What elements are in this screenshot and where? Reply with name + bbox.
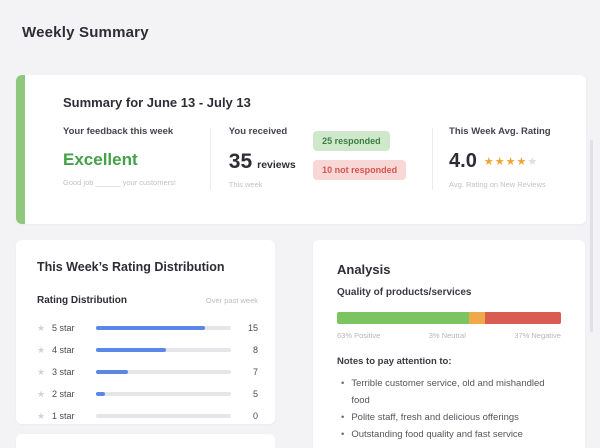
star-icon: ★ (37, 345, 52, 356)
rating-stars: ★★★★★ (484, 155, 538, 168)
rating-bar-track (96, 392, 231, 396)
received-label: You received (229, 126, 303, 137)
distribution-period: Over past week (206, 296, 258, 305)
avg-rating-label: This Week Avg. Rating (449, 126, 568, 137)
summary-card: Summary for June 13 - July 13 Your feedb… (16, 75, 586, 224)
rating-row-4star: ★ 4 star 8 (37, 339, 258, 361)
star-icon: ★ (37, 323, 52, 334)
rating-bar-track (96, 370, 231, 374)
note-text: Polite staff, fresh and delicious offeri… (351, 409, 519, 426)
rating-row-label: 5 star (52, 323, 89, 333)
star-icon: ★ (37, 389, 52, 400)
star-filled-icon: ★ (484, 156, 495, 168)
note-text: Terrible customer service, old and misha… (351, 375, 561, 409)
avg-rating-section: This Week Avg. Rating 4.0 ★★★★★ Avg. Rat… (449, 126, 568, 189)
received-note: This week (229, 180, 303, 189)
note-item: • Polite staff, fresh and delicious offe… (337, 409, 561, 426)
rating-row-label: 1 star (52, 411, 89, 421)
rating-bar-fill (96, 348, 166, 352)
rating-row-value: 5 (242, 389, 258, 399)
rating-bar-track (96, 348, 231, 352)
reviews-count: 35 (229, 150, 252, 174)
star-filled-icon: ★ (495, 156, 506, 168)
rating-row-1star: ★ 1 star 0 (37, 405, 258, 427)
bullet-icon: • (341, 375, 344, 392)
note-item: • Outstanding food quality and fast serv… (337, 426, 561, 443)
negative-segment (485, 312, 561, 324)
distribution-subtitle: Rating Distribution (37, 295, 127, 306)
responded-badge[interactable]: 25 responded (313, 131, 390, 151)
star-icon: ★ (37, 411, 52, 422)
distribution-card-title: This Week’s Rating Distribution (37, 260, 258, 274)
next-card-peek (16, 434, 275, 448)
rating-row-3star: ★ 3 star 7 (37, 361, 258, 383)
summary-card-title: Summary for June 13 - July 13 (63, 95, 568, 110)
analysis-card-title: Analysis (337, 262, 561, 277)
star-filled-icon: ★ (506, 156, 517, 168)
notes-title: Notes to pay attention to: (337, 356, 561, 367)
positive-segment (337, 312, 469, 324)
reviews-unit: reviews (257, 159, 296, 171)
rating-row-label: 2 star (52, 389, 89, 399)
scrollbar-thumb[interactable] (590, 140, 593, 332)
negative-label: 37% Negative (514, 331, 561, 340)
rating-row-label: 4 star (52, 345, 89, 355)
star-empty-icon: ★ (527, 156, 538, 168)
rating-distribution-card: This Week’s Rating Distribution Rating D… (16, 240, 275, 424)
feedback-value: Excellent (63, 150, 210, 170)
bullet-icon: • (341, 409, 344, 426)
rating-bar-track (96, 326, 231, 330)
note-item: • Terrible customer service, old and mis… (337, 375, 561, 409)
rating-row-value: 0 (242, 411, 258, 421)
analysis-subtitle: Quality of products/services (337, 287, 561, 298)
rating-row-5star: ★ 5 star 15 (37, 317, 258, 339)
positive-label: 63% Positive (337, 331, 380, 340)
rating-bar-track (96, 414, 231, 418)
feedback-section: Your feedback this week Excellent Good j… (63, 126, 210, 187)
analysis-card: Analysis Quality of products/services 63… (313, 240, 585, 448)
avg-rating-value: 4.0 (449, 150, 477, 173)
sentiment-stacked-bar (337, 312, 561, 324)
rating-bar-fill (96, 370, 128, 374)
star-filled-icon: ★ (516, 156, 527, 168)
rating-bar-fill (96, 392, 105, 396)
divider (432, 128, 433, 190)
received-section: You received 35 reviews This week (229, 126, 303, 189)
rating-row-value: 8 (242, 345, 258, 355)
divider (210, 128, 211, 190)
rating-bar-fill (96, 326, 205, 330)
bullet-icon: • (341, 426, 344, 443)
rating-row-2star: ★ 2 star 5 (37, 383, 258, 405)
neutral-segment (469, 312, 485, 324)
star-icon: ★ (37, 367, 52, 378)
accent-bar (16, 75, 25, 224)
note-text: Outstanding food quality and fast servic… (351, 426, 523, 443)
rating-row-label: 3 star (52, 367, 89, 377)
page-title: Weekly Summary (22, 24, 149, 41)
response-badges: 25 responded 10 not responded (313, 131, 432, 180)
avg-rating-note: Avg. Rating on New Reviews (449, 180, 568, 189)
rating-row-value: 7 (242, 367, 258, 377)
feedback-note: Good job ______ your customers! (63, 178, 210, 187)
feedback-label: Your feedback this week (63, 126, 210, 137)
neutral-label: 3% Neutral (429, 331, 466, 340)
not-responded-badge[interactable]: 10 not responded (313, 160, 406, 180)
rating-row-value: 15 (242, 323, 258, 333)
